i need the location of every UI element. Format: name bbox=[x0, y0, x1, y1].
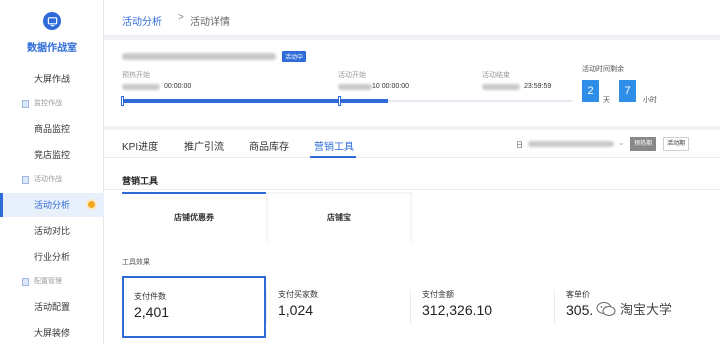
watermark-text: 淘宝大学 bbox=[620, 302, 673, 317]
tool-shop-treasure[interactable]: 店铺宝 bbox=[268, 194, 410, 242]
sidebar-item-industry-analysis[interactable]: 行业分析 bbox=[0, 245, 104, 269]
date-picker-label[interactable]: 日 bbox=[516, 140, 523, 150]
section-title: 营销工具 bbox=[122, 176, 159, 186]
redacted-activity-name bbox=[122, 53, 276, 60]
metric-card-pay-amount[interactable]: 支付金额 312,326.10 bbox=[412, 276, 556, 338]
redacted-date-range bbox=[528, 141, 614, 147]
timeline-marker-start bbox=[338, 96, 341, 106]
breadcrumb-root[interactable]: 活动分析 bbox=[122, 13, 162, 28]
activity-info-card: 活动中 预热开始 00:00:00 活动开始 10 00:00:00 活动结束 … bbox=[104, 40, 720, 126]
redacted-date bbox=[122, 84, 160, 90]
remaining-title: 活动时间剩余 bbox=[582, 66, 624, 73]
remaining-days: 2 bbox=[582, 80, 599, 102]
timeline-label-start: 活动开始 bbox=[338, 72, 366, 79]
timeline-progress bbox=[122, 99, 388, 103]
activity-period-button[interactable]: 活动期 bbox=[663, 137, 690, 151]
sidebar-item-activity-analysis[interactable]: 活动分析 bbox=[0, 193, 104, 217]
wechat-icon bbox=[596, 301, 616, 317]
metric-value: 305. bbox=[566, 302, 594, 318]
metric-divider bbox=[266, 290, 267, 324]
timeline-value-end: 23:59:59 bbox=[524, 83, 552, 90]
sidebar-item-label: 活动对比 bbox=[34, 226, 71, 236]
tab-inventory[interactable]: 商品库存 bbox=[249, 138, 289, 153]
metric-label: 客单价 bbox=[566, 290, 590, 299]
metric-label: 支付买家数 bbox=[278, 290, 318, 299]
sidebar-group-monitor: 监控作战 bbox=[0, 96, 104, 112]
sidebar-item-activity-config[interactable]: 活动配置 bbox=[0, 295, 104, 319]
active-tab-indicator bbox=[310, 156, 356, 158]
chevron-down-icon[interactable]: ⌄ bbox=[618, 138, 625, 147]
breadcrumb-current: 活动详情 bbox=[190, 17, 230, 28]
chevron-right-icon: > bbox=[178, 12, 184, 23]
sidebar-item-label: 商品监控 bbox=[34, 124, 71, 134]
tool-shop-coupon[interactable]: 店铺优惠券 bbox=[122, 192, 266, 242]
sidebar-item-competitor-monitor[interactable]: 竞店监控 bbox=[0, 143, 104, 167]
timeline-marker-preheat bbox=[121, 96, 124, 106]
metric-card-pay-items[interactable]: 支付件数 2,401 bbox=[122, 276, 266, 338]
timeline-label-end: 活动结束 bbox=[482, 72, 510, 79]
metric-value: 1,024 bbox=[278, 302, 314, 318]
metric-divider bbox=[410, 290, 411, 324]
remaining-hours: 7 bbox=[619, 80, 636, 102]
timeline-value-start: 10 00:00:00 bbox=[372, 83, 409, 90]
monitor-icon bbox=[43, 12, 61, 30]
sidebar: 数据作战室 大屏作战 监控作战 商品监控 竞店监控 活动作战 活动分析 活动对比… bbox=[0, 0, 104, 344]
sidebar-group-activity: 活动作战 bbox=[0, 172, 104, 188]
effect-label: 工具效果 bbox=[122, 259, 150, 266]
remaining-hours-unit: 小时 bbox=[643, 97, 657, 104]
header: 活动分析 > 活动详情 bbox=[104, 0, 720, 36]
sidebar-group-label: 配置管理 bbox=[34, 278, 62, 285]
sidebar-item-label: 行业分析 bbox=[34, 252, 71, 262]
sidebar-item-activity-compare[interactable]: 活动对比 bbox=[0, 219, 104, 243]
redacted-date bbox=[482, 84, 520, 90]
tab-bar: KPI进度 推广引流 商品库存 营销工具 日 ⌄ 预热期 活动期 bbox=[104, 130, 720, 158]
sidebar-group-config: 配置管理 bbox=[0, 274, 104, 290]
document-icon bbox=[22, 100, 29, 108]
tab-marketing-tools[interactable]: 营销工具 bbox=[314, 138, 354, 153]
sidebar-item-label: 大屏装修 bbox=[34, 328, 71, 338]
remaining-days-unit: 天 bbox=[603, 97, 610, 104]
document-icon bbox=[22, 176, 29, 184]
sidebar-item-label: 活动分析 bbox=[34, 200, 71, 210]
sidebar-item-screen-decor[interactable]: 大屏装修 bbox=[0, 321, 104, 344]
section-divider bbox=[104, 189, 720, 190]
timeline-value-preheat: 00:00:00 bbox=[164, 83, 192, 90]
document-icon bbox=[22, 278, 29, 286]
sidebar-group-label: 活动作战 bbox=[34, 176, 62, 183]
sidebar-item-label: 大屏作战 bbox=[34, 74, 71, 84]
sidebar-item-label: 活动配置 bbox=[34, 302, 71, 312]
tab-kpi[interactable]: KPI进度 bbox=[122, 138, 158, 153]
metric-value: 312,326.10 bbox=[422, 302, 493, 318]
status-badge: 活动中 bbox=[282, 51, 307, 62]
tab-promotion[interactable]: 推广引流 bbox=[184, 138, 224, 153]
metric-card-pay-buyers[interactable]: 支付买家数 1,024 bbox=[268, 276, 412, 338]
metric-label: 支付件数 bbox=[134, 292, 166, 301]
metric-value: 2,401 bbox=[134, 304, 170, 320]
sidebar-item-big-screen[interactable]: 大屏作战 bbox=[0, 67, 104, 91]
sidebar-item-label: 竞店监控 bbox=[34, 150, 71, 160]
watermark: 淘宝大学 bbox=[596, 299, 672, 318]
sidebar-item-product-monitor[interactable]: 商品监控 bbox=[0, 117, 104, 141]
notification-dot bbox=[88, 201, 95, 208]
sidebar-group-label: 监控作战 bbox=[34, 100, 62, 107]
brand-title: 数据作战室 bbox=[27, 43, 77, 54]
metric-divider bbox=[554, 290, 555, 324]
preheat-period-button[interactable]: 预热期 bbox=[630, 137, 657, 151]
redacted-date bbox=[338, 84, 372, 90]
timeline-label-preheat: 预热开始 bbox=[122, 72, 150, 79]
metric-label: 支付金额 bbox=[422, 290, 454, 299]
